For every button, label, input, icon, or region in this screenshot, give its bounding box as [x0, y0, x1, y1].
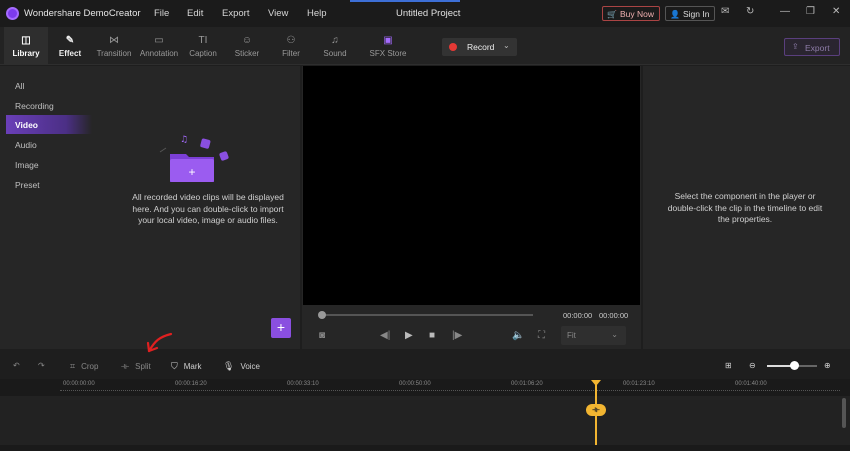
seek-handle[interactable] [318, 311, 326, 319]
library-empty-message: All recorded video clips will be display… [132, 192, 284, 225]
split-handle-icon[interactable]: ⟛ [586, 404, 606, 416]
sticker-icon: ☺ [241, 35, 253, 46]
tab-library[interactable]: ◫ Library [4, 27, 48, 65]
minimize-icon[interactable]: — [780, 6, 790, 17]
volume-icon[interactable]: 🔈 [512, 330, 524, 341]
transition-icon: ⋈ [109, 35, 119, 46]
tab-annotation[interactable]: ▭ Annotation [137, 27, 181, 65]
caption-icon: TI [198, 35, 208, 46]
stop-icon[interactable]: ■ [429, 330, 435, 341]
loading-indicator [350, 0, 460, 2]
zoom-in-icon[interactable]: ⊕ [824, 361, 831, 370]
undo-icon[interactable]: ↶ [13, 361, 20, 370]
menu-view[interactable]: View [268, 8, 288, 19]
menu-file[interactable]: File [154, 8, 169, 19]
sign-in-button[interactable]: 👤 Sign In [665, 6, 716, 21]
chevron-down-icon: ⌄ [503, 41, 510, 50]
export-button[interactable]: ⇪ Export [784, 38, 840, 56]
annotation-icon: ▭ [154, 35, 164, 46]
library-panel[interactable]: + ♫ All recorded video clips will be dis… [92, 66, 300, 349]
tab-sound[interactable]: ♫ Sound [320, 27, 350, 65]
play-icon[interactable]: ▶ [405, 330, 413, 341]
sidebar-item-video[interactable]: Video [6, 115, 92, 134]
track-divider [0, 445, 850, 451]
sidebar-item-audio[interactable]: Audio [0, 135, 92, 154]
crop-button[interactable]: ⌗ Crop [70, 361, 98, 372]
ruler-ticks [60, 390, 840, 392]
tab-sticker[interactable]: ☺ Sticker [230, 27, 264, 65]
fit-select[interactable]: Fit ⌄ [561, 326, 626, 345]
tab-filter[interactable]: ⚇ Filter [277, 27, 305, 65]
menu-help[interactable]: Help [307, 8, 327, 19]
record-button[interactable]: Record ⌄ [442, 38, 517, 56]
sidebar-item-image[interactable]: Image [0, 155, 92, 174]
zoom-slider-handle[interactable] [790, 361, 799, 370]
sync-icon[interactable]: ↻ [746, 6, 754, 17]
menu-export[interactable]: Export [222, 8, 249, 19]
split-button[interactable]: ⟛ Split [121, 361, 151, 372]
svg-text:♫: ♫ [180, 135, 188, 145]
voice-button[interactable]: 🎙 Voice [223, 361, 260, 372]
timeline-track-area[interactable] [0, 396, 850, 451]
ruler-label: 00:00:00:00 [63, 381, 95, 387]
effect-icon: ✎ [65, 35, 75, 46]
sidebar-item-all[interactable]: All [0, 76, 92, 95]
properties-message: Select the component in the player or do… [667, 191, 823, 224]
library-icon: ◫ [21, 35, 31, 46]
seek-bar[interactable] [320, 314, 533, 316]
app-name: Wondershare DemoCreator [24, 8, 141, 19]
add-media-button[interactable]: + [271, 318, 291, 338]
fit-timeline-icon[interactable]: ⊞ [725, 361, 732, 370]
project-title: Untitled Project [396, 8, 461, 19]
ruler-label: 00:00:33:10 [287, 381, 319, 387]
next-frame-icon[interactable]: |▶ [452, 330, 462, 341]
maximize-icon[interactable]: ❐ [806, 6, 815, 17]
buy-now-button[interactable]: 🛒 Buy Now [602, 6, 661, 21]
app-logo-icon [6, 7, 19, 20]
menu-edit[interactable]: Edit [187, 8, 203, 19]
mark-button[interactable]: ⛉ Mark [171, 361, 202, 372]
mail-icon[interactable]: ✉ [721, 6, 729, 17]
zoom-out-icon[interactable]: ⊖ [749, 361, 756, 370]
sidebar-item-preset[interactable]: Preset [0, 175, 92, 194]
previous-frame-icon[interactable]: ◀| [380, 330, 390, 341]
crop-icon: ⌗ [70, 361, 76, 371]
redo-icon[interactable]: ↷ [38, 361, 45, 370]
split-icon: ⟛ [121, 361, 130, 371]
ruler-label: 00:01:23:10 [623, 381, 655, 387]
ruler-label: 00:00:16:20 [175, 381, 207, 387]
preview-screen[interactable] [303, 66, 640, 305]
user-icon: 👤 [670, 10, 680, 19]
total-time: 00:00:00 [599, 311, 629, 320]
tab-effect[interactable]: ✎ Effect [52, 27, 88, 65]
ruler-label: 00:01:40:00 [735, 381, 767, 387]
fullscreen-icon[interactable]: ⛶ [538, 330, 545, 341]
filter-icon: ⚇ [286, 35, 296, 46]
chevron-down-icon: ⌄ [611, 330, 618, 339]
sfx-store-icon: ▣ [383, 35, 393, 46]
timeline-scrollbar[interactable] [842, 398, 846, 428]
ruler-label: 00:01:06:20 [511, 381, 543, 387]
microphone-icon: 🎙 [223, 361, 235, 371]
empty-folder-icon: + ♫ [159, 135, 229, 182]
export-icon: ⇪ [792, 42, 799, 51]
tab-caption[interactable]: TI Caption [186, 27, 220, 65]
main-toolbar: ◫ Library ✎ Effect ⋈ Transition ▭ Annotation… [0, 27, 850, 65]
tab-sfx-store[interactable]: ▣ SFX Store [369, 27, 407, 65]
current-time: 00:00:00 [563, 311, 593, 320]
snapshot-icon[interactable]: ◙ [319, 330, 325, 341]
sidebar-item-recording[interactable]: Recording [0, 96, 92, 115]
ruler-label: 00:00:50:00 [399, 381, 431, 387]
record-dot-icon [449, 43, 457, 51]
cart-icon: 🛒 [607, 10, 617, 19]
close-icon[interactable]: ✕ [832, 6, 840, 17]
annotation-arrow-icon [146, 332, 173, 353]
sound-icon: ♫ [331, 35, 339, 46]
tab-transition[interactable]: ⋈ Transition [94, 27, 134, 65]
plus-icon: + [276, 319, 286, 335]
svg-text:+: + [188, 165, 195, 179]
title-bar: Wondershare DemoCreator File Edit Export… [0, 0, 850, 27]
mark-icon: ⛉ [171, 361, 178, 371]
